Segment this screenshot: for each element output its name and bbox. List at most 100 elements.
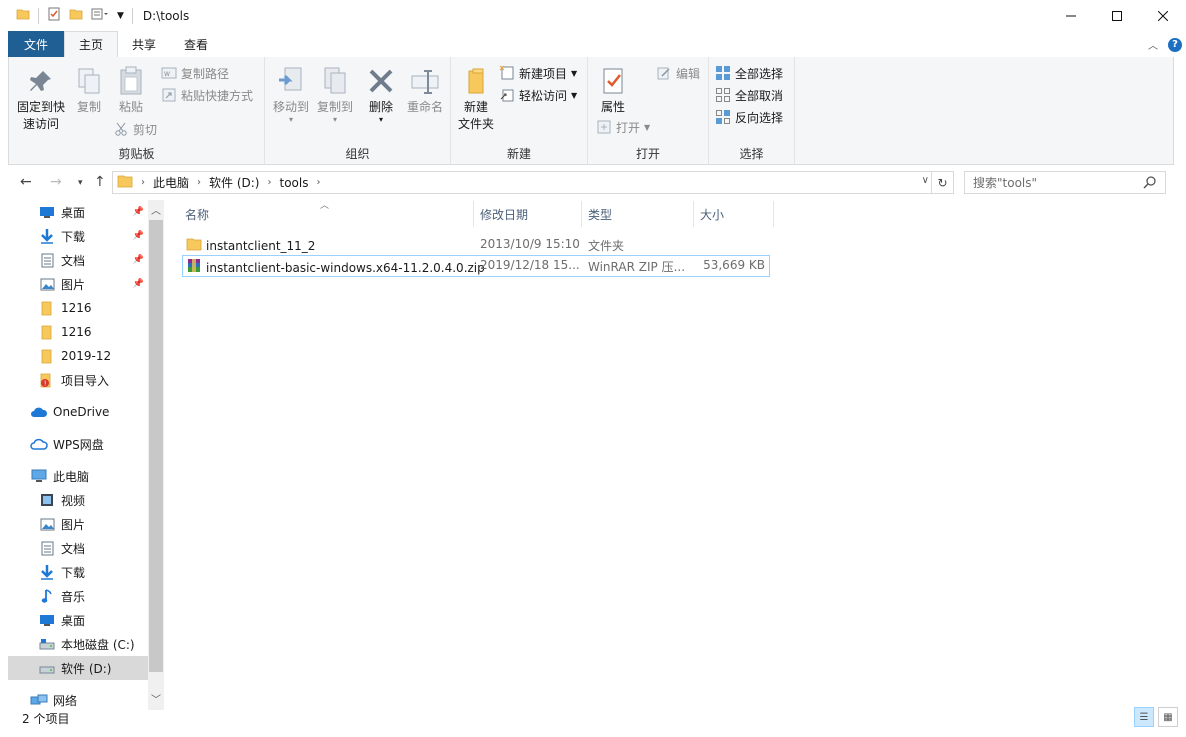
- nav-folder-1216-b[interactable]: 1216: [8, 320, 148, 344]
- nav-desktop[interactable]: 桌面 📌: [8, 200, 148, 224]
- column-header-modified[interactable]: 修改日期: [474, 201, 582, 227]
- customize-toolbar-icon[interactable]: ▼: [117, 11, 124, 21]
- nav-pc-documents[interactable]: 文档: [8, 536, 148, 560]
- nav-onedrive[interactable]: OneDrive: [8, 400, 148, 424]
- cut-label: 剪切: [133, 122, 158, 137]
- search-icon[interactable]: [1143, 175, 1157, 192]
- nav-this-pc[interactable]: 此电脑: [8, 464, 148, 488]
- copy-button[interactable]: 复制: [69, 65, 109, 116]
- rename-button[interactable]: 重命名: [403, 65, 447, 116]
- nav-label: 音乐: [61, 589, 86, 604]
- nav-documents[interactable]: 文档 📌: [8, 248, 148, 272]
- maximize-button[interactable]: [1094, 0, 1140, 31]
- new-item-button[interactable]: 新建项目 ▼: [499, 63, 577, 83]
- breadcrumb-chevron-icon[interactable]: ›: [316, 177, 320, 188]
- tab-share[interactable]: 共享: [118, 31, 170, 57]
- invert-selection-button[interactable]: 反向选择: [715, 107, 783, 127]
- properties-button[interactable]: 属性: [592, 65, 634, 116]
- select-none-button[interactable]: 全部取消: [715, 85, 783, 105]
- nav-scrollbar[interactable]: ︿ ﹀: [148, 200, 164, 710]
- nav-folder-project-import[interactable]: ! 项目导入: [8, 368, 148, 392]
- file-row[interactable]: instantclient_11_2 2013/10/9 15:10 文件夹: [182, 234, 770, 256]
- column-header-name[interactable]: 名称: [179, 201, 474, 227]
- recent-locations-icon[interactable]: ▾: [78, 178, 83, 188]
- delete-button[interactable]: 删除 ▾: [363, 65, 399, 124]
- nav-folder-2019-12[interactable]: 2019-12: [8, 344, 148, 368]
- breadcrumb-chevron-icon[interactable]: ›: [141, 177, 145, 188]
- scissors-icon: [113, 121, 129, 137]
- move-to-button[interactable]: 移动到 ▾: [269, 65, 313, 124]
- breadcrumb-tools[interactable]: tools: [279, 176, 308, 190]
- folder-icon: [38, 348, 56, 364]
- breadcrumb-thispc[interactable]: 此电脑: [153, 174, 189, 191]
- nav-network[interactable]: 网络: [8, 688, 148, 712]
- copy-to-button[interactable]: 复制到 ▾: [313, 65, 357, 124]
- nav-drive-d[interactable]: 软件 (D:): [8, 656, 148, 680]
- back-arrow-icon[interactable]: ←: [20, 174, 32, 190]
- pin-icon[interactable]: 📌: [133, 279, 144, 289]
- open-button[interactable]: 打开 ▼: [596, 117, 650, 137]
- nav-wps-drive[interactable]: WPS网盘: [8, 432, 148, 456]
- group-label-select: 选择: [739, 147, 764, 161]
- nav-pc-desktop[interactable]: 桌面: [8, 608, 148, 632]
- pin-icon[interactable]: 📌: [133, 255, 144, 265]
- nav-pc-pictures[interactable]: 图片: [8, 512, 148, 536]
- delete-label: 删除: [368, 100, 393, 114]
- refresh-button[interactable]: ↻: [932, 171, 954, 194]
- nav-drive-c[interactable]: 本地磁盘 (C:): [8, 632, 148, 656]
- help-icon[interactable]: ?: [1168, 37, 1182, 52]
- view-options-icon[interactable]: [91, 7, 109, 24]
- scrollbar-thumb[interactable]: [149, 220, 163, 672]
- details-view-icon[interactable]: ☰: [1134, 707, 1154, 727]
- new-folder-button[interactable]: 新建 文件夹: [455, 65, 497, 133]
- tab-view[interactable]: 查看: [170, 31, 222, 57]
- dropdown-arrow-icon: ▼: [571, 68, 578, 78]
- nav-label: 下载: [61, 565, 86, 580]
- scroll-down-icon[interactable]: ﹀: [151, 691, 161, 706]
- tab-home[interactable]: 主页: [64, 31, 119, 57]
- column-header-type[interactable]: 类型: [582, 201, 694, 227]
- copy-path-label: 复制路径: [181, 66, 230, 81]
- scroll-up-icon[interactable]: ︿: [151, 202, 161, 217]
- paste-shortcut-button[interactable]: 粘贴快捷方式: [161, 85, 253, 105]
- group-new: 新建 文件夹 新建项目 ▼ 轻松访问 ▼ 新建: [451, 57, 588, 165]
- select-all-button[interactable]: 全部选择: [715, 63, 783, 83]
- tab-file[interactable]: 文件: [8, 31, 64, 57]
- new-item-label: 新建项目: [519, 66, 568, 81]
- nav-pictures[interactable]: 图片 📌: [8, 272, 148, 296]
- up-arrow-icon[interactable]: ↑: [94, 174, 106, 190]
- column-header-size[interactable]: 大小: [694, 201, 774, 227]
- nav-pc-downloads[interactable]: 下载: [8, 560, 148, 584]
- new-folder-icon[interactable]: [69, 7, 83, 24]
- pin-label: 固定到快: [16, 100, 65, 114]
- address-bar[interactable]: › 此电脑 › 软件 (D:) › tools › ∨: [112, 171, 932, 194]
- nav-music[interactable]: 音乐: [8, 584, 148, 608]
- breadcrumb-chevron-icon[interactable]: ›: [267, 177, 271, 188]
- pin-icon[interactable]: 📌: [133, 231, 144, 241]
- edit-button[interactable]: 编辑: [656, 63, 700, 83]
- search-input[interactable]: 搜索"tools": [964, 171, 1166, 194]
- nav-downloads[interactable]: 下载 📌: [8, 224, 148, 248]
- pin-quick-access-button[interactable]: 固定到快 速访问: [15, 65, 67, 133]
- group-open: 属性 打开 ▼ 编辑 打开: [588, 57, 709, 165]
- paste-button[interactable]: 粘贴: [111, 65, 151, 116]
- address-dropdown-icon[interactable]: ∨: [922, 175, 929, 186]
- cut-button[interactable]: 剪切: [113, 119, 157, 139]
- minimize-button[interactable]: [1048, 0, 1094, 31]
- close-button[interactable]: [1140, 0, 1186, 31]
- properties-icon[interactable]: [47, 7, 61, 24]
- status-item-count: 2 个项目: [22, 712, 70, 726]
- collapse-ribbon-icon[interactable]: ︿: [1148, 37, 1158, 52]
- easy-access-button[interactable]: 轻松访问 ▼: [499, 85, 577, 105]
- nav-label: 图片: [61, 277, 86, 292]
- large-icons-view-icon[interactable]: ▦: [1158, 707, 1178, 727]
- ribbon: 固定到快 速访问 复制 粘贴 W 复制路径 粘贴快捷方式 剪切 剪贴板 移动到 …: [8, 57, 1174, 165]
- breadcrumb-drive-d[interactable]: 软件 (D:): [209, 174, 259, 191]
- file-row[interactable]: instantclient-basic-windows.x64-11.2.0.4…: [182, 255, 770, 277]
- nav-folder-1216-a[interactable]: 1216: [8, 296, 148, 320]
- nav-videos[interactable]: 视频: [8, 488, 148, 512]
- forward-arrow-icon[interactable]: →: [50, 174, 62, 190]
- pin-icon[interactable]: 📌: [133, 207, 144, 217]
- breadcrumb-chevron-icon[interactable]: ›: [197, 177, 201, 188]
- copy-path-button[interactable]: W 复制路径: [161, 63, 229, 83]
